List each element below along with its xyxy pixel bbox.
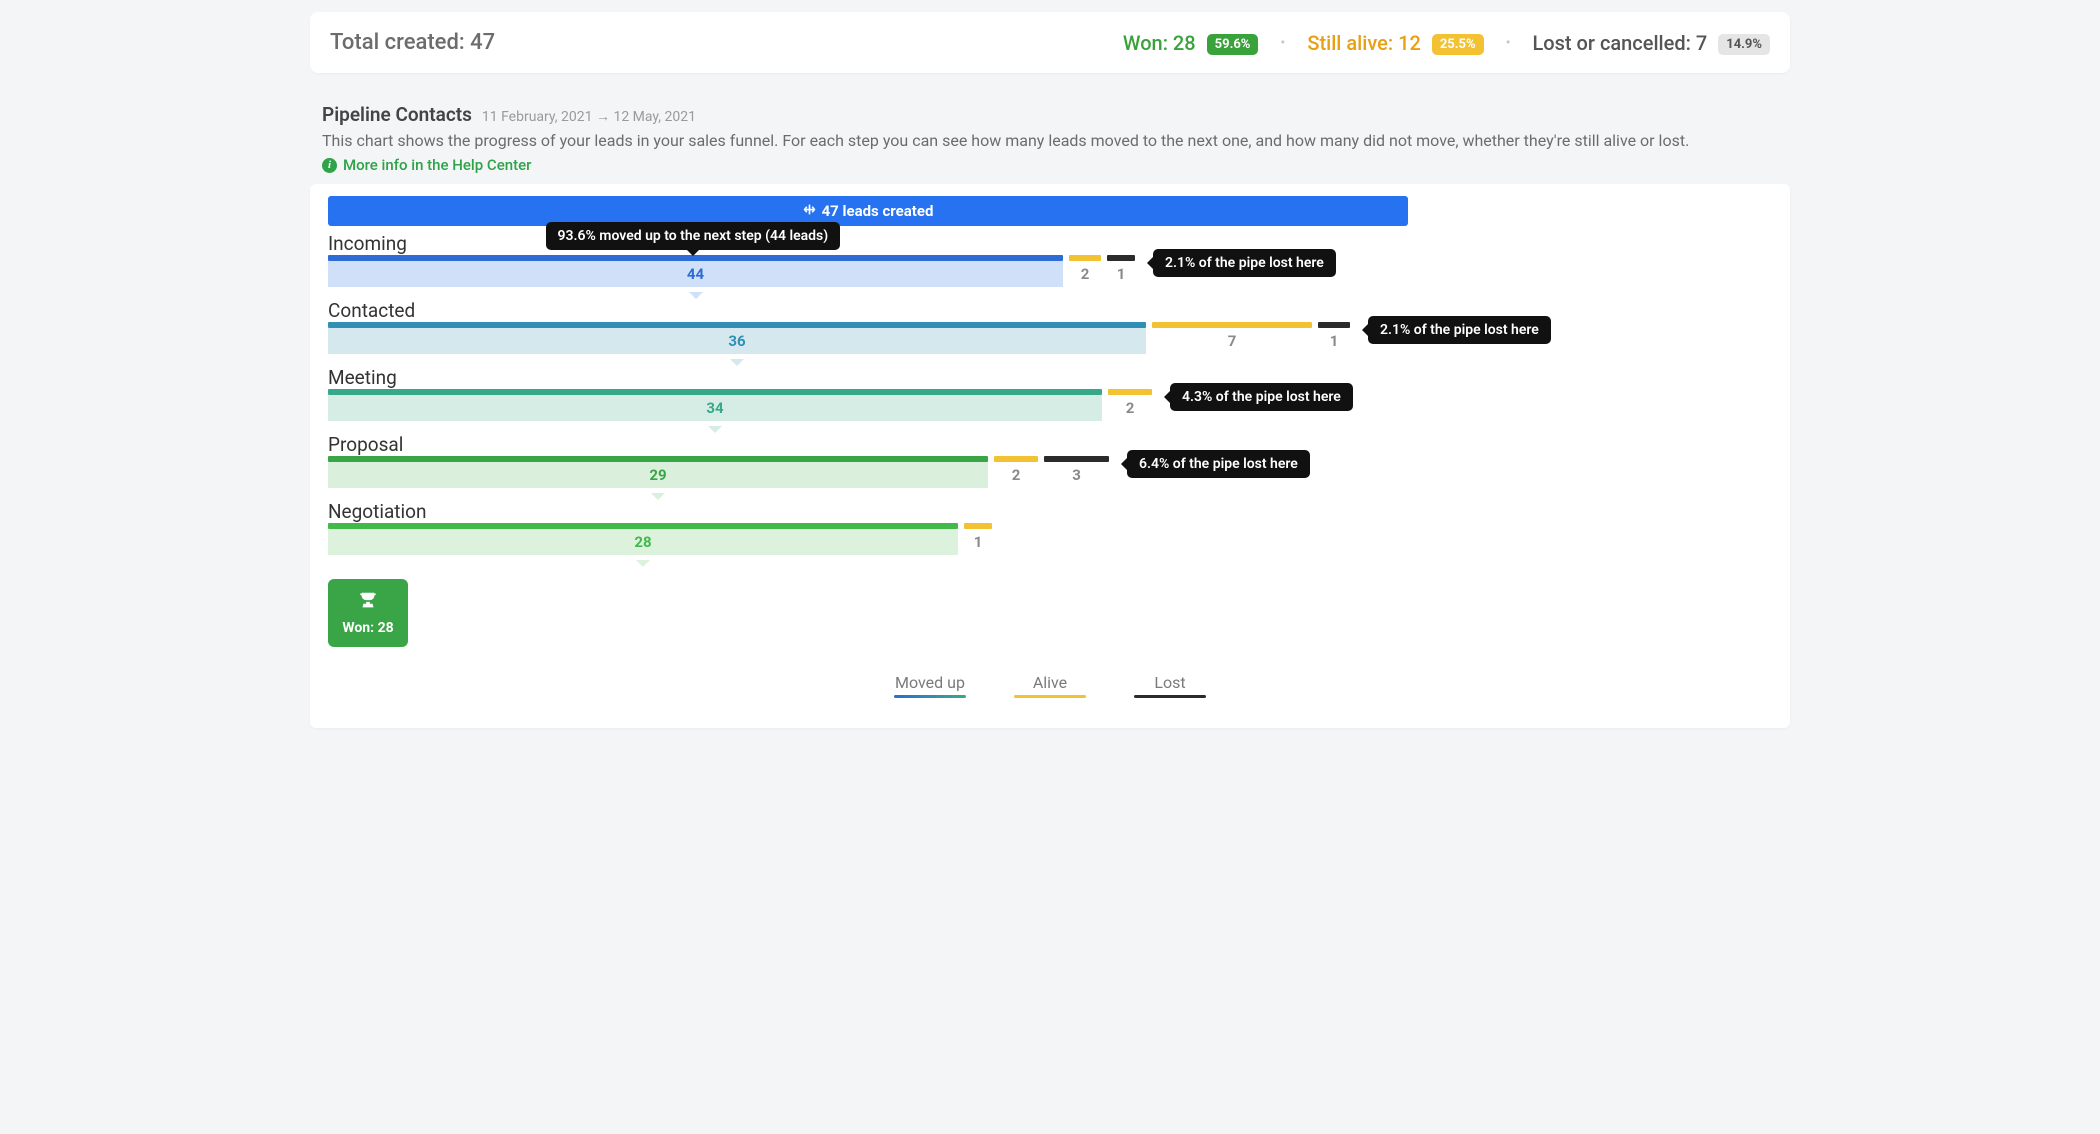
date-from: 11 February, 2021 [482,109,593,125]
won-label: Won: 28 [1123,31,1196,55]
alive-label: Still alive: 12 [1307,31,1421,55]
funnel-wrap: 47 leads created [328,196,1408,226]
legend-alive-label: Alive [1033,673,1067,692]
stage-label: Incoming [328,232,1772,255]
chart-date-range: 11 February, 2021 → 12 May, 2021 [482,109,696,125]
created-label: 47 leads created [822,202,934,220]
lost-value: 1 [1318,328,1350,354]
stage-bars: 3671 [328,322,1772,360]
won-box[interactable]: Won: 28 [328,579,408,647]
stage-label: Proposal [328,433,1772,456]
lost-value: 1 [1107,261,1135,287]
chart-header: Pipeline Contacts 11 February, 2021 → 12… [322,103,1778,174]
chart-description: This chart shows the progress of your le… [322,130,1778,152]
lost-pct-badge: 14.9% [1718,34,1770,55]
legend-lost-line [1134,695,1206,698]
lost-stat: Lost or cancelled: 7 14.9% [1532,31,1770,55]
moved-pointer-icon [730,359,744,366]
info-icon: i [322,158,337,173]
total-created: Total created: 47 [330,30,495,55]
moved-pointer-icon [651,493,665,500]
chart-title: Pipeline Contacts [322,103,472,126]
lost-tooltip: 4.3% of the pipe lost here [1170,383,1353,411]
alive-stat: Still alive: 12 25.5% [1307,31,1483,55]
summary-stats: Won: 28 59.6% • Still alive: 12 25.5% • … [1123,31,1770,55]
moved-pointer-icon [708,426,722,433]
lost-tooltip: 6.4% of the pipe lost here [1127,450,1310,478]
stage-bars: 281 [328,523,1772,561]
separator-dot: • [1280,35,1285,51]
legend-alive[interactable]: Alive [1014,673,1086,698]
moved-value: 36 [328,328,1146,354]
trophy-icon [357,590,379,616]
lost-tooltip: 2.1% of the pipe lost here [1153,249,1336,277]
alive-value: 2 [1069,261,1101,287]
stage-proposal: Proposal29236.4% of the pipe lost here [328,433,1772,494]
stage-label: Contacted [328,299,1772,322]
stage-meeting: Meeting3424.3% of the pipe lost here [328,366,1772,427]
stage-bars: 2923 [328,456,1772,494]
stage-negotiation: Negotiation281 [328,500,1772,561]
legend-alive-line [1014,695,1086,698]
lost-tooltip: 2.1% of the pipe lost here [1368,316,1551,344]
moved-value: 29 [328,462,988,488]
moved-tooltip: 93.6% moved up to the next step (44 lead… [546,222,841,250]
legend-lost[interactable]: Lost [1134,673,1206,698]
alive-value: 2 [994,462,1038,488]
moved-pointer-icon [636,560,650,567]
alive-value: 2 [1108,395,1152,421]
leads-created-bar[interactable]: 47 leads created [328,196,1408,226]
legend: Moved up Alive Lost [328,673,1772,698]
stage-bars: 4421 [328,255,1772,293]
alive-value: 1 [964,529,992,555]
alive-pct-badge: 25.5% [1432,34,1484,55]
help-link-text: More info in the Help Center [343,156,531,174]
moved-value: 28 [328,529,958,555]
won-pct-badge: 59.6% [1207,34,1259,55]
alive-value: 7 [1152,328,1312,354]
won-box-label: Won: 28 [342,620,393,636]
legend-lost-label: Lost [1154,673,1185,692]
stage-label: Negotiation [328,500,1772,523]
moved-pointer-icon [689,292,703,299]
lost-value: 3 [1044,462,1109,488]
funnel-chart-card: 47 leads created Incoming44212.1% of the… [310,184,1790,728]
expand-icon [803,202,816,220]
won-stat: Won: 28 59.6% [1123,31,1259,55]
stage-incoming: Incoming44212.1% of the pipe lost here93… [328,232,1772,293]
stage-bars: 342 [328,389,1772,427]
help-center-link[interactable]: i More info in the Help Center [322,156,531,174]
summary-card: Total created: 47 Won: 28 59.6% • Still … [310,12,1790,73]
lost-label: Lost or cancelled: 7 [1532,31,1707,55]
date-to: 12 May, 2021 [613,109,696,125]
moved-value: 34 [328,395,1102,421]
stage-label: Meeting [328,366,1772,389]
stage-contacted: Contacted36712.1% of the pipe lost here [328,299,1772,360]
separator-dot: • [1506,35,1511,51]
legend-moved-label: Moved up [895,673,965,692]
legend-moved[interactable]: Moved up [894,673,966,698]
legend-moved-line [894,695,966,698]
moved-value: 44 [328,261,1063,287]
